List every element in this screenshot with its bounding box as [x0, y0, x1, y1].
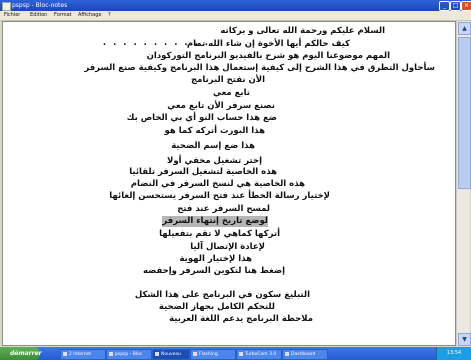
text-line: تابع معي — [212, 88, 250, 98]
taskbar-item[interactable]: Dashboard — [282, 349, 328, 360]
menu-view[interactable]: Affichage — [78, 11, 102, 20]
vertical-scrollbar[interactable]: ▲ ▼ — [456, 21, 471, 346]
text-line: هذا ضع إسم الضحية — [171, 141, 255, 151]
text-line: سأحاول التطرق في هذا الشرح إلى كيفية إست… — [84, 63, 435, 73]
taskbar: démarrer 2 Internet pspsp - Bloc Nouveau… — [0, 347, 471, 360]
text-line: هذه الخاصية لتشغيل السرفر تلقائيا — [129, 167, 277, 177]
minimize-button[interactable]: _ — [439, 1, 450, 11]
text-line: لإختيار رسالة الخطأ عند فتح السرفر يستحس… — [109, 191, 330, 201]
text-line: ضع هذا حساب النو أي بي الخاص بك — [126, 113, 277, 123]
text-line: السلام عليكم ورحمة الله تعالى و بركاته — [220, 26, 385, 36]
text-line: لإعادة الإتصال آليا — [190, 242, 265, 252]
scroll-up-icon[interactable]: ▲ — [458, 22, 471, 35]
menu-file[interactable]: Fichier — [4, 11, 20, 20]
text-line: إضغط هنا لتكوين السرفر وإحفضه — [142, 266, 285, 276]
text-line: أتركها كماهي لا تقم بتفعيلها — [159, 229, 280, 239]
menu-format[interactable]: Format — [54, 11, 72, 20]
taskbar-item[interactable]: TurboCam 3.0 — [236, 349, 282, 360]
text-line: لوضع تاريخ إنتهاء السرفر — [162, 216, 268, 227]
text-line: هذا لإختيار الهوية — [179, 254, 252, 264]
system-tray-clock[interactable]: 13:54 — [436, 347, 471, 360]
text-line: هذا البورت أتركه كما هو — [164, 126, 265, 136]
start-button[interactable]: démarrer — [0, 347, 42, 360]
taskbar-item[interactable]: Flashing — [190, 349, 236, 360]
scroll-down-icon[interactable]: ▼ — [458, 333, 471, 346]
close-button[interactable]: × — [461, 1, 471, 11]
text-line: لمسح السرفر عند فتح — [177, 204, 270, 214]
text-line: الأن نفتح البرنامج — [191, 75, 265, 85]
text-editor-area[interactable]: السلام عليكم ورحمة الله تعالى و بركاته ك… — [2, 21, 456, 346]
text-line: المهم موضوعنا اليوم هو شرح بالفيديو البر… — [146, 51, 390, 61]
notepad-icon — [2, 2, 11, 11]
text-line: ملاحظة البرنامج يدعم اللغة العربية — [169, 314, 313, 324]
menu-edit[interactable]: Edition — [30, 11, 47, 20]
text-line: هذه الخاصية هي لنسخ السرفر في النضام — [130, 179, 305, 189]
taskbar-item[interactable]: 2 Internet — [60, 349, 106, 360]
text-line: للتحكم الكامل بجهاز الضحية — [158, 302, 275, 312]
menu-bar: Fichier Edition Format Affichage ? — [0, 11, 471, 21]
text-line: نصنع سرفر الأن تابع معي — [167, 101, 275, 111]
window-title: pspsp - Bloc-notes — [12, 2, 68, 9]
maximize-button[interactable]: □ — [450, 1, 461, 11]
menu-help[interactable]: ? — [108, 11, 111, 20]
text-line: إختر تشغيل مخفي أولا — [166, 156, 262, 166]
text-line: التبليغ سكون في البرنامج على هذا الشكل — [134, 290, 310, 300]
taskbar-item[interactable]: pspsp - Bloc — [106, 349, 152, 360]
taskbar-item[interactable]: Nouveau — [152, 349, 190, 360]
window-titlebar[interactable]: pspsp - Bloc-notes _ □ × — [0, 0, 471, 11]
dots-line: . . . . . . . . . . . — [102, 38, 210, 48]
scroll-thumb[interactable] — [458, 37, 471, 189]
